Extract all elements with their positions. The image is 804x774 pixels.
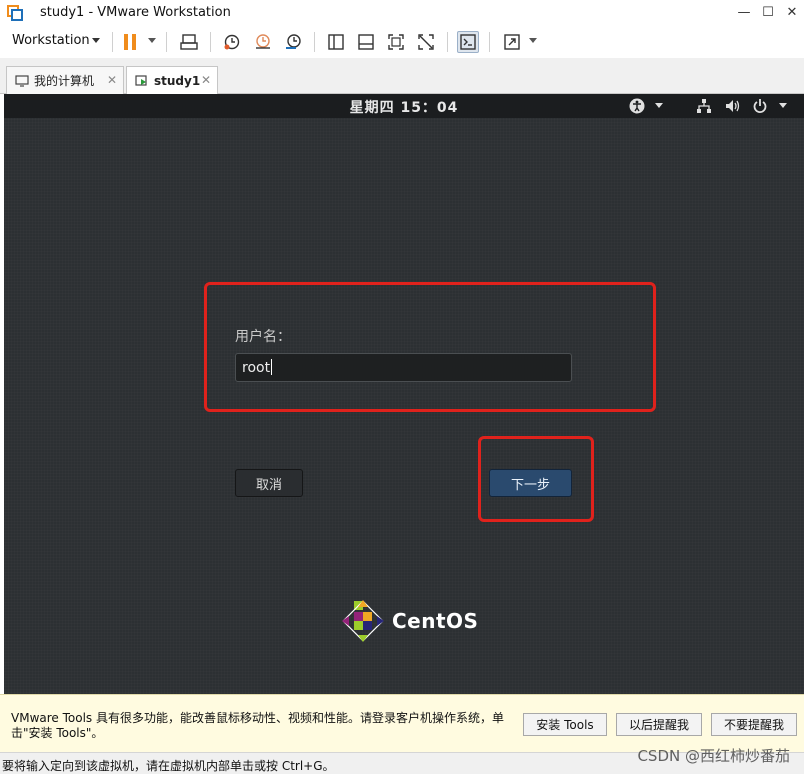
cancel-button[interactable]: 取消 [235,469,303,497]
workstation-menu[interactable]: Workstation [12,33,90,48]
tab-study1[interactable]: study1 ✕ [126,66,218,95]
network-icon[interactable] [695,97,713,115]
monitor-icon [15,74,29,87]
window-title: study1 - VMware Workstation [40,5,231,20]
toolbar-divider [314,32,315,52]
close-icon[interactable]: ✕ [201,73,211,87]
close-icon[interactable]: ✕ [107,73,117,87]
vm-running-icon [135,75,149,87]
watermark: CSDN @西红柿炒番茄 [637,747,790,765]
chevron-down-icon[interactable] [148,38,156,43]
title-bar: study1 - VMware Workstation — ☐ ✕ [0,0,804,26]
send-ctrl-alt-del-icon[interactable] [178,31,200,53]
toolbar-divider [112,32,113,52]
install-tools-button[interactable]: 安装 Tools [523,713,607,736]
status-bar: 要将输入定向到该虚拟机，请在虚拟机内部单击或按 Ctrl+G。 CSDN @西红… [0,747,804,774]
pause-icon[interactable] [119,31,141,53]
stretch-icon[interactable] [501,31,523,53]
toolbar-divider [210,32,211,52]
centos-logo-icon [341,599,385,643]
toolbar: Workstation [0,26,804,58]
revert-snapshot-icon[interactable] [252,31,274,53]
console-view-icon[interactable] [457,31,479,53]
power-icon[interactable] [751,97,769,115]
snapshot-icon[interactable] [221,31,243,53]
thumbnail-bar-icon[interactable] [355,31,377,53]
vmware-app-icon [7,5,23,21]
show-library-icon[interactable] [325,31,347,53]
status-text: 要将输入定向到该虚拟机，请在虚拟机内部单击或按 Ctrl+G。 [2,759,335,773]
username-label: 用户名： [235,329,291,345]
close-button[interactable]: ✕ [780,2,804,22]
toolbar-divider [447,32,448,52]
next-button[interactable]: 下一步 [489,469,572,497]
toolbar-divider [489,32,490,52]
maximize-button[interactable]: ☐ [756,2,780,22]
vm-console[interactable]: 星期四 15：04 用户名： root 取消 下一步 CentOS [4,94,804,694]
chevron-down-icon[interactable] [655,103,663,108]
toolbar-divider [166,32,167,52]
snapshot-manager-icon[interactable] [282,31,304,53]
chevron-down-icon[interactable] [92,38,100,43]
tab-bar: 我的计算机 ✕ study1 ✕ [0,58,804,95]
username-value: root [242,360,271,376]
vmware-tools-notice: VMware Tools 具有很多功能，能改善鼠标移动性、视频和性能。请登录客户… [0,694,804,752]
minimize-button[interactable]: — [732,2,756,22]
tab-my-computer[interactable]: 我的计算机 ✕ [6,66,124,94]
chevron-down-icon[interactable] [529,38,537,43]
username-input[interactable]: root [235,353,572,382]
tab-label: 我的计算机 [34,74,95,88]
text-cursor [271,359,273,375]
unity-icon[interactable] [415,31,437,53]
never-remind-button[interactable]: 不要提醒我 [711,713,797,736]
full-screen-icon[interactable] [385,31,407,53]
clock[interactable]: 星期四 15：04 [4,97,804,117]
chevron-down-icon[interactable] [779,103,787,108]
highlight-box-username [204,282,656,412]
gnome-top-bar: 星期四 15：04 [4,94,804,118]
remind-later-button[interactable]: 以后提醒我 [616,713,702,736]
accessibility-icon[interactable] [628,97,646,115]
tab-label: study1 [154,74,201,88]
volume-icon[interactable] [723,97,741,115]
notice-message: VMware Tools 具有很多功能，能改善鼠标移动性、视频和性能。请登录客户… [11,711,504,740]
centos-logo-text: CentOS [392,609,479,633]
